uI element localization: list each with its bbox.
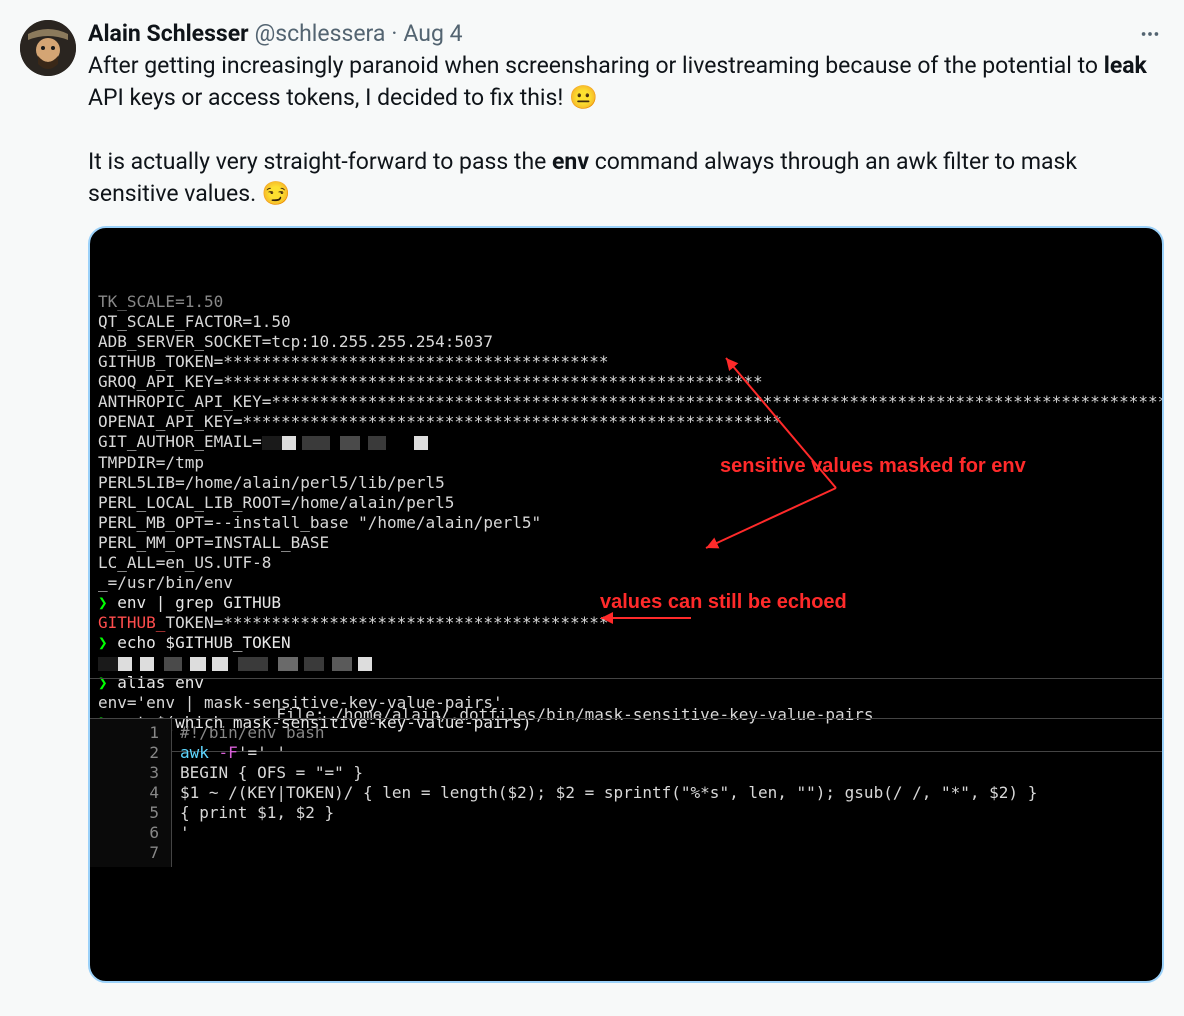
tweet-date[interactable]: Aug 4	[403, 20, 462, 48]
redacted-block	[98, 653, 372, 673]
terminal: TK_SCALE=1.50QT_SCALE_FACTOR=1.50ADB_SER…	[90, 228, 1162, 981]
header-row: Alain Schlesser @schlessera · Aug 4	[88, 20, 1164, 48]
line-number: 5	[90, 803, 159, 823]
code-line: #!/bin/env bash	[180, 723, 1154, 743]
arrow-icon	[600, 328, 896, 593]
text-bold: env	[552, 148, 589, 175]
arrow-icon	[500, 588, 696, 653]
file-content: #!/bin/env bashawk -F'=' 'BEGIN { OFS = …	[172, 719, 1162, 867]
tweet-text: After getting increasingly paranoid when…	[88, 50, 1164, 210]
line-number: 3	[90, 763, 159, 783]
file-block: 1234567 #!/bin/env bashawk -F'=' 'BEGIN …	[90, 718, 1162, 867]
author-handle[interactable]: @schlessera	[255, 20, 386, 48]
author-line: Alain Schlesser @schlessera · Aug 4	[88, 20, 463, 48]
line-gutter: 1234567	[90, 719, 172, 867]
more-icon[interactable]	[1136, 20, 1164, 48]
redacted-block	[262, 433, 428, 453]
line-number: 2	[90, 743, 159, 763]
emoji: 😐	[569, 84, 598, 111]
avatar[interactable]	[20, 20, 76, 76]
code-line: { print $1, $2 }	[180, 803, 1154, 823]
date-separator: ·	[391, 20, 397, 48]
tweet-media[interactable]: TK_SCALE=1.50QT_SCALE_FACTOR=1.50ADB_SER…	[88, 226, 1164, 983]
terminal-line	[98, 653, 1154, 674]
code-line: awk -F'=' '	[180, 743, 1154, 763]
text-bold: leak	[1104, 52, 1147, 79]
code-line: BEGIN { OFS = "=" }	[180, 763, 1154, 783]
line-number: 4	[90, 783, 159, 803]
emoji: 😏	[262, 180, 291, 207]
text-part: API keys or access tokens, I decided to …	[88, 84, 569, 111]
line-number: 1	[90, 723, 159, 743]
tweet-content: Alain Schlesser @schlessera · Aug 4 Afte…	[88, 20, 1164, 983]
author-name[interactable]: Alain Schlesser	[88, 20, 249, 48]
code-line: $1 ~ /(KEY|TOKEN)/ { len = length($2); $…	[180, 783, 1154, 803]
line-number: 7	[90, 843, 159, 863]
tweet-card: Alain Schlesser @schlessera · Aug 4 Afte…	[20, 20, 1164, 983]
code-line: '	[180, 823, 1154, 843]
text-part: After getting increasingly paranoid when…	[88, 52, 1104, 79]
text-part: It is actually very straight-forward to …	[88, 148, 552, 175]
line-number: 6	[90, 823, 159, 843]
terminal-line: TK_SCALE=1.50	[98, 292, 1154, 312]
